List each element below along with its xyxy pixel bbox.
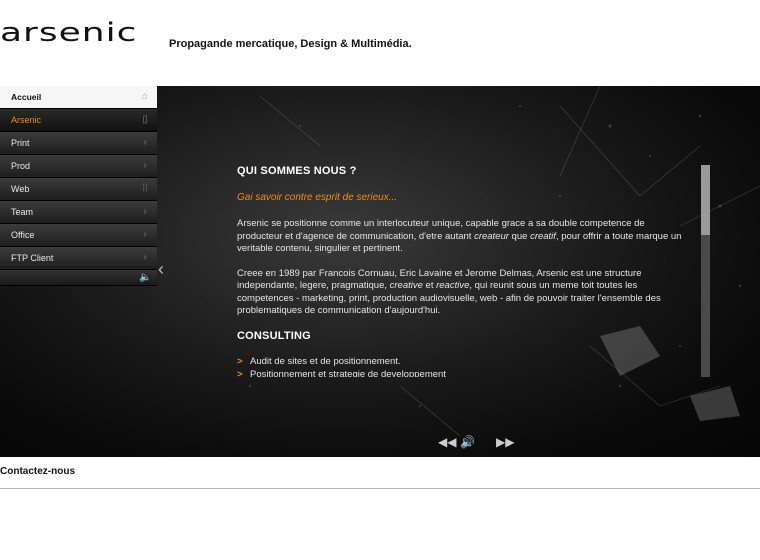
intro-paragraph: Arsenic se positionne comme un interlocu… [237, 218, 682, 254]
nav-item-office[interactable]: Office › [0, 224, 157, 247]
nav-item-accueil[interactable]: Accueil ⌂ [0, 86, 157, 109]
chevron-right-icon: › [143, 206, 147, 217]
contact-link[interactable]: Contactez-nous [0, 466, 75, 477]
sidebar-nav: Accueil ⌂ Arsenic ▯ Print › Prod › Web ⁞… [0, 86, 157, 286]
nav-label: Arsenic [11, 115, 42, 125]
scroll-thumb[interactable] [701, 165, 710, 235]
nav-item-web[interactable]: Web ⁞⁞ [0, 178, 157, 201]
media-controls: ◀◀ 🔊 ▶▶ [438, 435, 514, 451]
content-scrollbar[interactable] [701, 165, 710, 377]
list-item: Positionnement et strategie de developpe… [237, 369, 692, 378]
nav-label: Print [11, 138, 30, 148]
previous-arrow-icon[interactable]: ‹ [158, 259, 164, 280]
nav-label: Prod [11, 161, 31, 171]
chevron-right-icon: › [143, 137, 147, 148]
nav-label: Web [11, 184, 30, 194]
nav-label: Team [11, 207, 34, 217]
speaker-icon[interactable]: 🔊 [460, 435, 475, 449]
sidebar-sound-toggle[interactable]: 🔈 [0, 270, 157, 286]
history-paragraph: Creee en 1989 par Francois Cornuau, Eric… [237, 267, 661, 317]
nav-item-ftp-client[interactable]: FTP Client › [0, 247, 157, 270]
rewind-icon[interactable]: ◀◀ [438, 435, 456, 449]
chevron-right-icon: › [143, 252, 147, 263]
section-title: QUI SOMMES NOUS ? [237, 165, 357, 177]
nav-item-print[interactable]: Print › [0, 132, 157, 155]
nav-label: Accueil [11, 92, 42, 102]
tagline: Propagande mercatique, Design & Multiméd… [169, 38, 412, 50]
list-item: Audit de sites et de positionnement. [237, 356, 692, 369]
nav-label: FTP Client [11, 253, 54, 263]
consulting-title: CONSULTING [237, 329, 311, 342]
footer-divider [0, 488, 760, 489]
chevron-right-icon: › [143, 229, 147, 240]
nav-item-arsenic[interactable]: Arsenic ▯ [0, 109, 157, 132]
nav-item-team[interactable]: Team › [0, 201, 157, 224]
home-icon: ⌂ [141, 91, 149, 102]
section-subtitle: Gai savoir contre esprit de serieux... [237, 191, 398, 203]
nav-item-prod[interactable]: Prod › [0, 155, 157, 178]
forward-icon[interactable]: ▶▶ [496, 435, 514, 449]
header: arsenic Propagande mercatique, Design & … [0, 0, 760, 86]
chevron-right-icon: › [143, 160, 147, 171]
nav-label: Office [11, 230, 35, 240]
content-panel: QUI SOMMES NOUS ? Gai savoir contre espr… [237, 165, 692, 377]
logo[interactable]: arsenic [0, 20, 137, 46]
document-icon: ▯ [142, 114, 148, 125]
speaker-icon: 🔈 [139, 272, 152, 283]
grid-icon: ⁞⁞ [142, 183, 148, 194]
